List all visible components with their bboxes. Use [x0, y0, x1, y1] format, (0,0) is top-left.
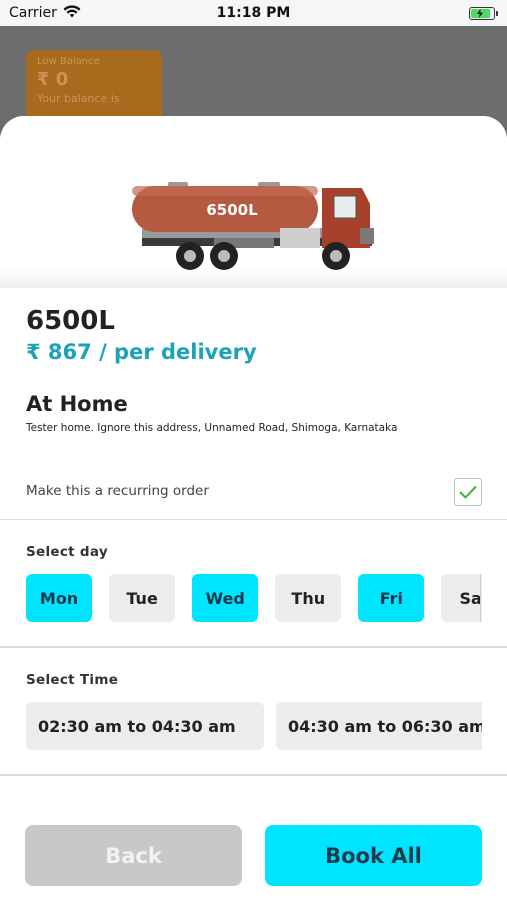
- low-balance-subtitle: Your balance is: [37, 92, 120, 105]
- status-left: Carrier: [9, 4, 81, 22]
- book-all-button[interactable]: Book All: [265, 825, 482, 886]
- low-balance-title: Low Balance: [37, 56, 100, 67]
- day-mon[interactable]: Mon: [26, 574, 92, 622]
- battery-level: [471, 8, 490, 18]
- day-tue[interactable]: Tue: [109, 574, 176, 622]
- day-fri[interactable]: Fri: [358, 574, 425, 622]
- select-day-label: Select day: [26, 544, 108, 560]
- truck-image-area: 6500L: [0, 116, 507, 288]
- address-detail: Tester home. Ignore this address, Unname…: [26, 422, 398, 434]
- day-overflow-edge: [480, 574, 482, 622]
- battery-icon: [469, 6, 498, 20]
- day-sat[interactable]: Sat: [441, 574, 482, 622]
- tanker-truck-icon: 6500L: [132, 182, 374, 270]
- wifi-icon: [63, 4, 81, 22]
- divider: [0, 774, 507, 776]
- select-time-label: Select Time: [26, 672, 119, 688]
- recurring-order-checkbox[interactable]: [454, 478, 482, 506]
- status-bar: Carrier 11:18 PM: [0, 0, 507, 26]
- time-selector: 02:30 am to 04:30 am 04:30 am to 06:30 am: [26, 702, 482, 750]
- product-price: ₹ 867 / per delivery: [26, 340, 257, 364]
- day-thu[interactable]: Thu: [275, 574, 342, 622]
- low-balance-amount: ₹ 0: [37, 69, 69, 90]
- carrier-label: Carrier: [9, 5, 57, 21]
- product-title: 6500L: [26, 306, 115, 336]
- time-slot[interactable]: 02:30 am to 04:30 am: [26, 702, 264, 750]
- divider: [0, 646, 507, 648]
- day-wed[interactable]: Wed: [192, 574, 259, 622]
- time-slot[interactable]: 04:30 am to 06:30 am: [276, 702, 482, 750]
- address-title: At Home: [26, 392, 128, 416]
- recurring-order-label: Make this a recurring order: [26, 483, 209, 499]
- recurring-order-row[interactable]: Make this a recurring order: [0, 466, 507, 520]
- tank-capacity-label: 6500L: [206, 201, 258, 219]
- back-button[interactable]: Back: [25, 825, 242, 886]
- order-sheet: 6500L 6500L ₹ 867 / per delivery At Home…: [0, 116, 507, 900]
- checkmark-icon: [459, 485, 477, 499]
- day-selector: Mon Tue Wed Thu Fri Sat: [26, 574, 482, 624]
